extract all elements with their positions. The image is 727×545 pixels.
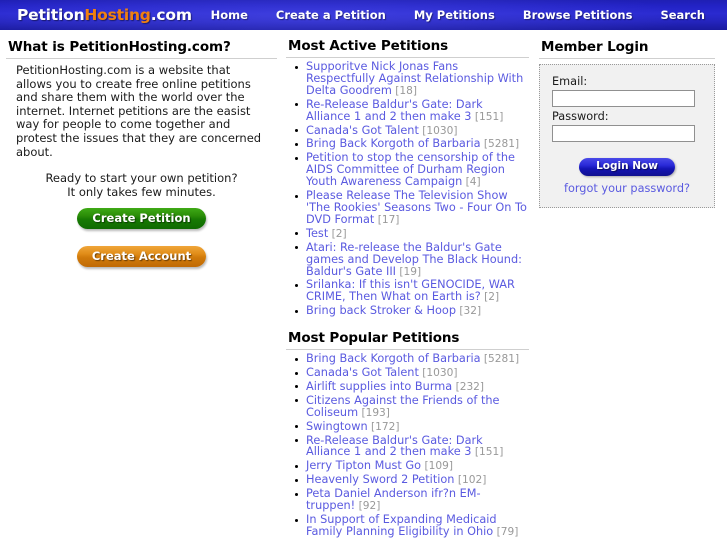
petition-signature-count: [1030] — [418, 124, 458, 137]
about-buttons: Create Petition — [6, 207, 277, 230]
petition-signature-count: [2] — [328, 227, 347, 240]
site-logo[interactable]: PetitionHosting.com — [17, 6, 192, 24]
member-login-box: Email: Password: Login Now forgot your p… — [539, 64, 715, 208]
create-petition-button[interactable]: Create Petition — [77, 208, 206, 230]
petition-link[interactable]: In Support of Expanding Medicaid Family … — [306, 513, 497, 538]
petition-link[interactable]: Bring back Stroker & Hoop — [306, 304, 456, 317]
list-item: Re-Release Baldur's Gate: Dark Alliance … — [295, 434, 529, 460]
list-item: Airlift supplies into Burma [232] — [295, 380, 529, 394]
list-item: Bring back Stroker & Hoop [32] — [295, 304, 529, 318]
list-item: In Support of Expanding Medicaid Family … — [295, 513, 529, 539]
petition-signature-count: [79] — [493, 525, 519, 538]
nav-item-browse-petitions[interactable]: Browse Petitions — [509, 8, 647, 22]
site-header: PetitionHosting.com Home Create a Petiti… — [0, 0, 727, 31]
list-item: Please Release The Television Show 'The … — [295, 189, 529, 227]
petition-link[interactable]: Airlift supplies into Burma — [306, 380, 452, 393]
list-item: Swingtown [172] — [295, 420, 529, 434]
about-heading: What is PetitionHosting.com? — [6, 39, 277, 59]
most-popular-list: Bring Back Korgoth of Barbaria [5281] Can… — [286, 353, 529, 539]
most-active-list: Supporitve Nick Jonas Fans Respectfully … — [286, 61, 529, 318]
most-popular-heading: Most Popular Petitions — [286, 330, 529, 351]
list-item: Citizens Against the Friends of the Coli… — [295, 394, 529, 420]
petition-signature-count: [5281] — [480, 353, 520, 366]
login-now-button[interactable]: Login Now — [579, 158, 675, 176]
about-cta-text: Ready to start your own petition? It onl… — [6, 171, 277, 199]
cta-line-1: Ready to start your own petition? — [45, 171, 238, 186]
petition-signature-count: [5281] — [480, 138, 520, 151]
petition-lists-column: Most Active Petitions Supporitve Nick Jo… — [283, 37, 535, 545]
page-root: PetitionHosting.com Home Create a Petiti… — [0, 0, 727, 545]
nav-item-search[interactable]: Search — [646, 8, 719, 22]
list-item: Bring Back Korgoth of Barbaria [5281] — [295, 352, 529, 366]
petition-link[interactable]: Bring Back Korgoth of Barbaria — [306, 352, 481, 365]
main-navigation: Home Create a Petition My Petitions Brow… — [197, 8, 719, 22]
petition-signature-count: [102] — [454, 474, 487, 487]
email-label: Email: — [552, 75, 588, 88]
petition-signature-count: [18] — [391, 84, 417, 97]
logo-text-dotcom: .com — [150, 6, 192, 24]
petition-signature-count: [92] — [355, 500, 381, 513]
login-submit-row: Login Now — [552, 154, 702, 176]
most-active-heading: Most Active Petitions — [286, 38, 529, 58]
list-item: Re-Release Baldur's Gate: Dark Alliance … — [295, 98, 529, 124]
list-item: Test [2] — [295, 227, 529, 241]
password-label: Password: — [552, 110, 609, 123]
petition-link[interactable]: Swingtown — [306, 420, 368, 433]
list-item: Canada's Got Talent [1030] — [295, 124, 529, 138]
petition-link[interactable]: Citizens Against the Friends of the Coli… — [306, 394, 500, 419]
petition-link[interactable]: Bring Back Korgoth of Barbaria — [306, 137, 481, 150]
list-item: Petition to stop the censorship of the A… — [295, 151, 529, 189]
list-item: Peta Daniel Anderson ifr?n EM-truppen! [… — [295, 487, 529, 513]
email-field[interactable] — [552, 90, 695, 107]
petition-signature-count: [172] — [367, 420, 400, 433]
list-item: Atari: Re-release the Baldur's Gate game… — [295, 241, 529, 279]
member-login-heading: Member Login — [539, 39, 715, 59]
list-item: Heavenly Sword 2 Petition [102] — [295, 473, 529, 487]
petition-signature-count: [4] — [462, 176, 481, 189]
petition-signature-count: [109] — [421, 460, 453, 473]
list-item: Jerry Tipton Must Go [109] — [295, 459, 529, 473]
petition-signature-count: [1030] — [418, 367, 458, 380]
page-columns: What is PetitionHosting.com? PetitionHos… — [0, 31, 727, 545]
list-item: Canada's Got Talent [1030] — [295, 366, 529, 380]
petition-link[interactable]: Jerry Tipton Must Go — [306, 459, 421, 472]
nav-item-home[interactable]: Home — [197, 8, 262, 22]
petition-signature-count: [17] — [374, 213, 400, 226]
list-item: Supporitve Nick Jonas Fans Respectfully … — [295, 61, 529, 98]
create-account-button[interactable]: Create Account — [76, 246, 207, 268]
petition-signature-count: [2] — [480, 291, 500, 304]
petition-link[interactable]: Petition to stop the censorship of the A… — [306, 151, 515, 188]
petition-signature-count: [232] — [452, 380, 485, 393]
forgot-password-link[interactable]: forgot your password? — [552, 182, 702, 195]
petition-signature-count: [193] — [358, 406, 390, 419]
list-item: Bring Back Korgoth of Barbaria [5281] — [295, 137, 529, 151]
nav-item-create-a-petition[interactable]: Create a Petition — [262, 8, 400, 22]
petition-link[interactable]: Canada's Got Talent — [306, 366, 419, 379]
cta-line-2: It only takes few minutes. — [67, 184, 216, 199]
petition-signature-count: [151] — [471, 110, 504, 123]
petition-link[interactable]: Peta Daniel Anderson ifr?n EM-truppen! — [306, 487, 481, 512]
petition-link[interactable]: Canada's Got Talent — [306, 124, 419, 137]
petition-signature-count: [151] — [471, 446, 504, 459]
petition-link[interactable]: Please Release The Television Show 'The … — [306, 189, 527, 226]
about-body-text: PetitionHosting.com is a website that al… — [16, 63, 262, 159]
petition-link[interactable]: Re-Release Baldur's Gate: Dark Alliance … — [306, 434, 483, 459]
logo-text-petition: Petition — [17, 6, 85, 24]
petition-signature-count: [19] — [396, 265, 422, 278]
member-login-column: Member Login Email: Password: Login Now … — [535, 37, 721, 208]
petition-link[interactable]: Test — [306, 227, 328, 240]
about-buttons-secondary: Create Account — [6, 237, 277, 268]
password-field[interactable] — [552, 125, 695, 142]
petition-link[interactable]: Re-Release Baldur's Gate: Dark Alliance … — [306, 98, 483, 123]
nav-item-my-petitions[interactable]: My Petitions — [400, 8, 509, 22]
list-item: Srilanka: If this isn't GENOCIDE, WAR CR… — [295, 279, 529, 304]
logo-text-hosting: Hosting — [84, 6, 151, 24]
petition-signature-count: [32] — [456, 305, 482, 318]
petition-link[interactable]: Heavenly Sword 2 Petition — [306, 473, 454, 486]
about-column: What is PetitionHosting.com? PetitionHos… — [0, 37, 283, 268]
